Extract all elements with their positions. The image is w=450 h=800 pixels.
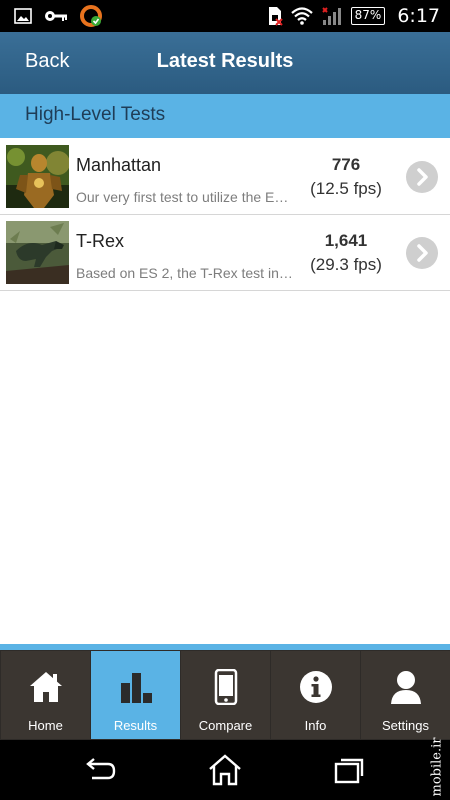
page-title: Latest Results: [156, 50, 294, 72]
result-score: 1,641: [324, 231, 368, 250]
tab-label: Results: [113, 718, 158, 733]
result-fps: (12.5 fps): [310, 179, 382, 198]
result-score: 776: [331, 155, 361, 174]
system-nav-bar: [0, 740, 450, 800]
result-description: Based on ES 2, the T-Rex test in…: [76, 265, 293, 281]
app-notification-icon: [80, 5, 102, 27]
home-nav-icon: [209, 754, 241, 786]
tab-label: Home: [28, 718, 63, 733]
clock: 6:17: [397, 5, 440, 27]
bar-chart-icon: [120, 673, 152, 703]
tab-info[interactable]: Info: [271, 651, 360, 739]
result-fps: (29.3 fps): [310, 255, 382, 274]
t-rex-thumbnail: [6, 221, 69, 284]
status-bar-notifications: [14, 5, 102, 27]
tab-results[interactable]: Results: [91, 651, 180, 739]
result-row-t-rex[interactable]: T-Rex Based on ES 2, the T-Rex test in… …: [0, 215, 450, 291]
section-title: High-Level Tests: [25, 104, 166, 125]
tab-label: Info: [304, 718, 327, 733]
gallery-icon: [14, 8, 32, 24]
signal-icon: [321, 7, 341, 25]
result-name: Manhattan: [76, 155, 162, 175]
home-nav-button[interactable]: [208, 754, 242, 786]
result-name: T-Rex: [76, 231, 125, 251]
tab-label: Compare: [198, 718, 253, 733]
tab-home[interactable]: Home: [1, 651, 90, 739]
bottom-tab-bar: Home Results Compare Info Settings: [0, 650, 450, 740]
section-header: High-Level Tests: [0, 94, 450, 138]
info-icon: [299, 671, 332, 703]
result-row-manhattan[interactable]: Manhattan Our very first test to utilize…: [0, 139, 450, 215]
home-icon: [29, 672, 62, 702]
sim-error-icon: [268, 7, 283, 26]
app-bar: Back Latest Results: [0, 32, 450, 94]
watermark: mobile.ir: [429, 737, 445, 797]
battery-icon: 87%: [350, 7, 386, 25]
phone-icon: [214, 669, 237, 705]
recent-apps-nav-button[interactable]: [332, 754, 366, 786]
key-icon: [45, 11, 67, 21]
user-icon: [390, 671, 421, 704]
recent-apps-icon: [334, 758, 364, 784]
result-description: Our very first test to utilize the E…: [76, 189, 289, 205]
manhattan-thumbnail: [6, 145, 69, 208]
status-bar-system: 87% 6:17: [267, 4, 440, 28]
back-nav-button[interactable]: [84, 754, 118, 786]
status-bar: 87% 6:17: [0, 0, 450, 32]
tab-compare[interactable]: Compare: [181, 651, 270, 739]
back-nav-icon: [86, 758, 116, 780]
wifi-icon: [290, 7, 313, 25]
chevron-right-icon[interactable]: [406, 237, 438, 269]
chevron-right-icon[interactable]: [406, 161, 438, 193]
